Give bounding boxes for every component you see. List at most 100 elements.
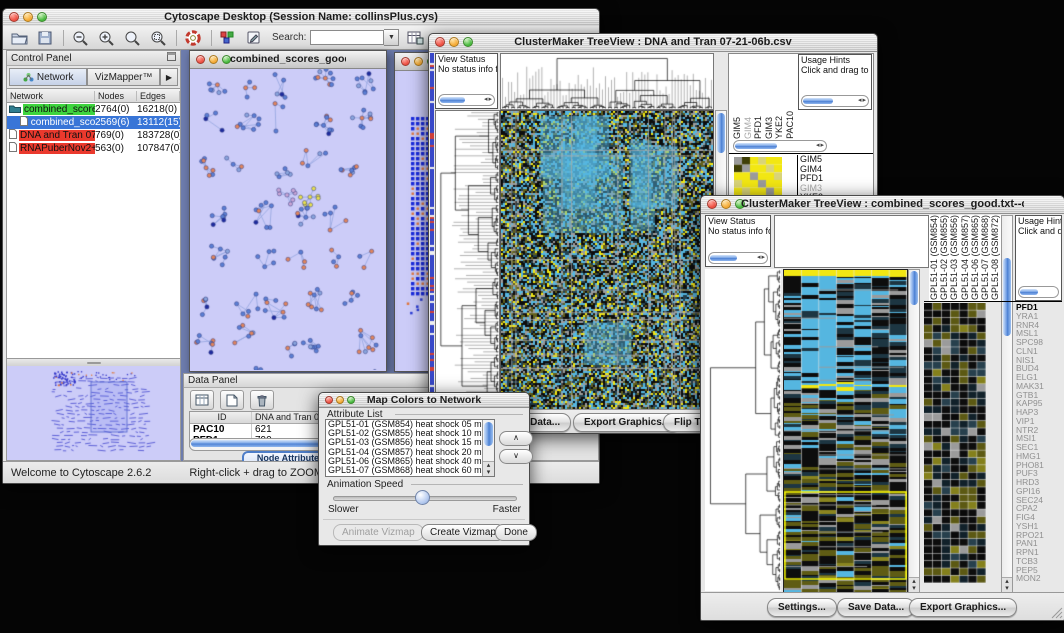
minimize-button[interactable] bbox=[336, 396, 344, 404]
network-table-row[interactable]: combined_scores2764(0)16218(0) bbox=[7, 103, 180, 116]
network-nodes-count: 2764(0) bbox=[95, 104, 137, 115]
tab-network[interactable]: Network bbox=[9, 68, 87, 86]
import-table-icon[interactable] bbox=[405, 29, 425, 47]
resize-grip[interactable] bbox=[1050, 606, 1063, 619]
control-panel: Control Panel Network VizMapper™ ▶ Netwo… bbox=[6, 50, 181, 461]
view-status-scrollbar[interactable]: ◂▸ bbox=[708, 252, 768, 264]
column-dendrogram-area[interactable] bbox=[774, 215, 929, 268]
zoom-selected-icon[interactable] bbox=[148, 29, 168, 47]
usage-hints-panel: Usage Hints Click and drag to ◂▸ bbox=[798, 54, 872, 110]
column-label: PFD1 bbox=[753, 116, 763, 139]
done-button[interactable]: Done bbox=[495, 524, 537, 541]
zoom-heatmap[interactable] bbox=[924, 303, 986, 583]
minimize-button[interactable] bbox=[449, 37, 459, 47]
minimize-button[interactable] bbox=[209, 55, 218, 64]
network-edges-count: 183728(0) bbox=[137, 130, 180, 141]
network-view-window-1[interactable]: combined_scores_good.txt--cluste... bbox=[189, 50, 387, 372]
annotation-icon[interactable] bbox=[244, 29, 264, 47]
attribute-listbox: GPL51-01 (GSM854) heat shock 05 minGPL51… bbox=[325, 419, 495, 477]
view-status-panel: View Status No status info for ◂▸ bbox=[435, 53, 498, 109]
search-input[interactable] bbox=[310, 30, 384, 45]
zoom-in-icon[interactable] bbox=[96, 29, 116, 47]
main-window-title: Cytoscape Desktop (Session Name: collins… bbox=[43, 11, 559, 23]
move-down-button[interactable]: ∨ bbox=[499, 449, 533, 464]
close-button[interactable] bbox=[707, 199, 717, 209]
right-panel-vscrollbar[interactable]: ▴▾ bbox=[1001, 215, 1013, 593]
close-button[interactable] bbox=[401, 57, 410, 66]
network-window1-titlebar[interactable]: combined_scores_good.txt--cluste... bbox=[190, 51, 386, 69]
save-data-button[interactable]: Save Data... bbox=[837, 598, 915, 617]
treeview2-titlebar[interactable]: ClusterMaker TreeView : combined_scores_… bbox=[701, 196, 1064, 214]
column-label: GPL51-08 (GSM872) bbox=[990, 215, 1000, 300]
export-graphics-button[interactable]: Export Graphics... bbox=[909, 598, 1017, 617]
usage-hints-scrollbar[interactable]: ◂▸ bbox=[801, 95, 869, 107]
minimize-button[interactable] bbox=[414, 57, 423, 66]
panel-splitter[interactable] bbox=[7, 359, 180, 366]
close-button[interactable] bbox=[435, 37, 445, 47]
row-dendrogram[interactable] bbox=[705, 269, 781, 591]
minimize-button[interactable] bbox=[721, 199, 731, 209]
file-icon bbox=[9, 142, 17, 155]
close-button[interactable] bbox=[9, 12, 19, 22]
zoom-fit-icon[interactable] bbox=[122, 29, 142, 47]
folder-icon bbox=[9, 104, 21, 116]
birdseye-view[interactable] bbox=[7, 366, 180, 460]
treeview1-titlebar[interactable]: ClusterMaker TreeView : DNA and Tran 07-… bbox=[429, 34, 877, 52]
zoom-out-icon[interactable] bbox=[70, 29, 90, 47]
heatmap-vscrollbar[interactable]: ▴▾ bbox=[908, 269, 920, 593]
attribute-list-scrollbar[interactable]: ▴▾ bbox=[482, 420, 494, 476]
network-tab-icon bbox=[23, 73, 34, 82]
network-nodes-count: 563(0) bbox=[95, 143, 137, 154]
scroll-up-icon: ▴ bbox=[1005, 578, 1009, 585]
close-button[interactable] bbox=[196, 55, 205, 64]
gene-list-item[interactable]: MON2 bbox=[1016, 574, 1062, 583]
similarity-heatmap[interactable] bbox=[500, 110, 714, 411]
network-table-row[interactable]: RNAPuberNov2+563(0)107847(0) bbox=[7, 142, 180, 155]
new-attribute-icon[interactable] bbox=[220, 390, 244, 410]
toolbar-separator bbox=[176, 30, 177, 46]
minimize-button[interactable] bbox=[23, 12, 33, 22]
column-label: GPL51-06 (GSM865) bbox=[970, 215, 980, 300]
dialog-titlebar[interactable]: Map Colors to Network bbox=[319, 393, 529, 408]
toolbar-separator bbox=[211, 30, 212, 46]
speed-slider-thumb[interactable] bbox=[415, 490, 430, 505]
desktop: Cytoscape Desktop (Session Name: collins… bbox=[0, 0, 1064, 633]
tab-vizmapper[interactable]: VizMapper™ bbox=[87, 68, 160, 86]
open-file-icon[interactable] bbox=[9, 29, 29, 47]
control-panel-title: Control Panel bbox=[11, 53, 72, 64]
float-panel-icon[interactable] bbox=[167, 52, 176, 64]
attribute-select-icon[interactable] bbox=[190, 390, 214, 410]
vizmapper-icon[interactable] bbox=[218, 29, 238, 47]
settings-button[interactable]: Settings... bbox=[767, 598, 837, 617]
slower-label: Slower bbox=[328, 504, 359, 515]
network-name: RNAPuberNov2+ bbox=[19, 143, 95, 154]
column-dendrogram[interactable] bbox=[500, 53, 714, 110]
network-name: combined_sco bbox=[30, 117, 95, 128]
view-status-scrollbar[interactable]: ◂▸ bbox=[438, 94, 495, 106]
tab-overflow-button[interactable]: ▶ bbox=[160, 68, 178, 86]
zoom-panel-scrollbar[interactable]: ◂▸ bbox=[733, 140, 827, 152]
network-window1-title: combined_scores_good.txt--cluste... bbox=[230, 53, 346, 65]
create-vizmap-button[interactable]: Create Vizmap bbox=[421, 524, 505, 541]
animate-vizmap-button[interactable]: Animate Vizmap bbox=[333, 524, 424, 541]
zoom-button[interactable] bbox=[347, 396, 355, 404]
save-icon[interactable] bbox=[35, 29, 55, 47]
usage-hints-scrollbar[interactable] bbox=[1018, 286, 1059, 298]
main-titlebar[interactable]: Cytoscape Desktop (Session Name: collins… bbox=[3, 9, 599, 27]
network-table-row[interactable]: combined_sco2569(6)13112(15) bbox=[7, 116, 180, 129]
color-key-strip bbox=[430, 53, 434, 406]
network-canvas[interactable] bbox=[190, 69, 384, 370]
expression-heatmap[interactable] bbox=[783, 269, 908, 593]
row-dendrogram[interactable] bbox=[435, 110, 500, 411]
network-list-empty-area[interactable] bbox=[7, 155, 180, 359]
search-label: Search: bbox=[272, 32, 306, 43]
delete-attribute-icon[interactable] bbox=[250, 390, 274, 410]
scroll-left-icon: ◂ bbox=[816, 142, 820, 150]
move-up-button[interactable]: ∧ bbox=[499, 431, 533, 446]
network-table-row[interactable]: DNA and Tran 07769(0)183728(0) bbox=[7, 129, 180, 142]
help-lifering-icon[interactable] bbox=[183, 29, 203, 47]
attribute-list-item[interactable]: GPL51-07 (GSM868) heat shock 60 min bbox=[326, 466, 483, 475]
search-dropdown-icon[interactable]: ▼ bbox=[384, 29, 399, 46]
close-button[interactable] bbox=[325, 396, 333, 404]
divider bbox=[924, 301, 1062, 302]
